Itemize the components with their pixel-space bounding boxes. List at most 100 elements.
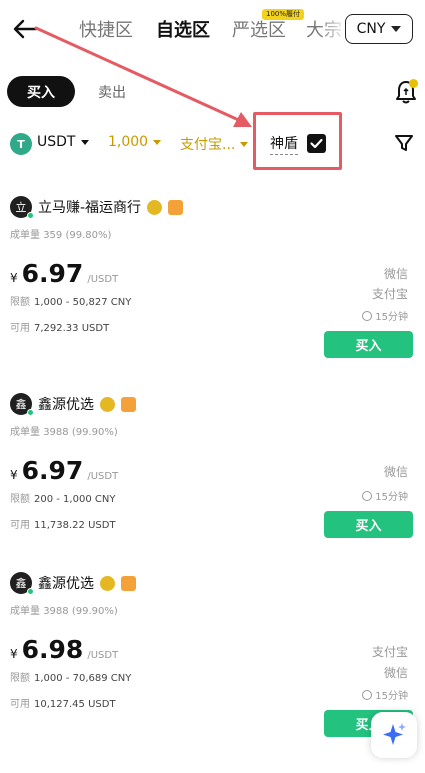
chevron-down-icon [153, 139, 162, 145]
shield-badge-icon [121, 575, 136, 591]
limit-label: 限额 [10, 297, 30, 308]
available-row: 可用 11,738.22 USDT [10, 516, 116, 531]
currency-select[interactable]: CNY [345, 14, 413, 44]
stats-value: 3988 (99.90%) [43, 606, 118, 617]
tab-favorites[interactable]: 自选区 [156, 16, 210, 42]
currency-value: CNY [356, 21, 386, 37]
time-limit: 15分钟 [362, 687, 408, 702]
shield-filter-label[interactable]: 神盾 [270, 133, 298, 155]
listing-card: 立 立马赚-福运商行 成单量 359 (99.80%) ¥ 6.97 /USDT… [0, 196, 425, 376]
available-label: 可用 [10, 699, 30, 710]
top-bar: 快捷区 自选区 严选区 100%履付 大宗 CNY [0, 0, 425, 58]
merchant-name[interactable]: 鑫源优选 [38, 573, 94, 593]
avatar[interactable]: 鑫 [10, 572, 34, 595]
limit-value: 1,000 - 70,689 CNY [34, 673, 132, 684]
merchant-row: 鑫 鑫源优选 [10, 393, 136, 416]
stats-label: 成单量 [10, 427, 40, 438]
limit-row: 限额 1,000 - 50,827 CNY [10, 293, 131, 308]
currency-symbol: ¥ [10, 271, 18, 285]
payment-method: 微信 [383, 666, 408, 680]
payment-method: 微信 [383, 267, 408, 281]
limit-value: 1,000 - 50,827 CNY [34, 297, 132, 308]
avatar-char: 鑫 [15, 577, 27, 590]
avatar[interactable]: 立 [10, 196, 34, 219]
sell-tab[interactable]: 卖出 [98, 82, 126, 102]
filter-icon[interactable] [393, 132, 415, 154]
limit-label: 限额 [10, 673, 30, 684]
price-unit: /USDT [87, 650, 119, 661]
chevron-down-icon [391, 26, 402, 32]
limit-row: 限额 200 - 1,000 CNY [10, 490, 115, 505]
stats-value: 359 (99.80%) [43, 230, 112, 241]
notification-dot [409, 79, 418, 88]
payment-method: 支付宝 [371, 287, 408, 301]
currency-symbol: ¥ [10, 468, 18, 482]
payment-method: 支付宝 [371, 645, 408, 659]
merchant-row: 立 立马赚-福运商行 [10, 196, 184, 219]
coin-filter[interactable]: USDT [37, 134, 90, 150]
shield-badge-icon [121, 396, 136, 412]
price: 6.97 [21, 259, 84, 288]
shield-checkbox[interactable] [307, 134, 326, 153]
time-limit: 15分钟 [362, 308, 408, 323]
available-row: 可用 7,292.33 USDT [10, 319, 109, 334]
checkmark-icon [310, 138, 323, 149]
assistant-floating-button[interactable] [371, 712, 417, 758]
time-value: 15分钟 [375, 691, 408, 702]
coin-filter-value: USDT [37, 134, 76, 150]
order-stats: 成单量 3988 (99.90%) [10, 423, 118, 438]
amount-filter[interactable]: 1,000 [108, 134, 162, 150]
avatar-char: 立 [15, 201, 27, 214]
amount-filter-value: 1,000 [108, 134, 149, 150]
online-dot [27, 212, 34, 219]
price-unit: /USDT [87, 471, 119, 482]
stats-label: 成单量 [10, 606, 40, 617]
tab-fade [318, 10, 348, 50]
merchant-name[interactable]: 立马赚-福运商行 [38, 197, 141, 217]
price-row: ¥ 6.97 /USDT [10, 456, 118, 485]
available-row: 可用 10,127.45 USDT [10, 695, 116, 710]
available-value: 10,127.45 USDT [34, 699, 116, 710]
limit-row: 限额 1,000 - 70,689 CNY [10, 669, 131, 684]
available-value: 11,738.22 USDT [34, 520, 116, 531]
time-value: 15分钟 [375, 312, 408, 323]
clock-icon [362, 310, 373, 321]
merchant-name[interactable]: 鑫源优选 [38, 394, 94, 414]
p2p-market-screen: 快捷区 自选区 严选区 100%履付 大宗 CNY 买入 卖出 T USDT 1… [0, 0, 425, 773]
avatar[interactable]: 鑫 [10, 393, 34, 416]
order-stats: 成单量 359 (99.80%) [10, 226, 111, 241]
chevron-down-icon [240, 141, 249, 147]
usdt-coin-icon: T [10, 133, 32, 155]
buy-tab[interactable]: 买入 [7, 76, 75, 107]
online-dot [27, 588, 34, 595]
payment-filter[interactable]: 支付宝... [180, 134, 249, 154]
stats-value: 3988 (99.90%) [43, 427, 118, 438]
buy-button[interactable]: 买入 [324, 511, 413, 538]
verified-badge-icon [100, 396, 115, 412]
available-label: 可用 [10, 323, 30, 334]
buy-button[interactable]: 买入 [324, 331, 413, 358]
payment-method: 微信 [383, 465, 408, 479]
payment-filter-value: 支付宝... [180, 137, 236, 153]
online-dot [27, 409, 34, 416]
clock-icon [362, 490, 373, 501]
listing-card: 鑫 鑫源优选 成单量 3988 (99.90%) ¥ 6.97 /USDT 限额… [0, 393, 425, 573]
sparkle-icon [383, 723, 406, 745]
limit-value: 200 - 1,000 CNY [34, 494, 116, 505]
merchant-row: 鑫 鑫源优选 [10, 572, 136, 595]
clock-icon [362, 689, 373, 700]
currency-symbol: ¥ [10, 647, 18, 661]
price: 6.97 [21, 456, 84, 485]
limit-label: 限额 [10, 494, 30, 505]
order-stats: 成单量 3988 (99.90%) [10, 602, 118, 617]
available-label: 可用 [10, 520, 30, 531]
tab-quick[interactable]: 快捷区 [79, 16, 133, 42]
back-arrow-icon[interactable] [10, 14, 40, 44]
tab-selected-badge: 100%履付 [262, 9, 305, 20]
chevron-down-icon [81, 139, 90, 145]
shield-badge-icon [168, 199, 184, 215]
price: 6.98 [21, 635, 84, 664]
verified-badge-icon [100, 575, 115, 591]
time-limit: 15分钟 [362, 488, 408, 503]
avatar-char: 鑫 [15, 398, 27, 411]
